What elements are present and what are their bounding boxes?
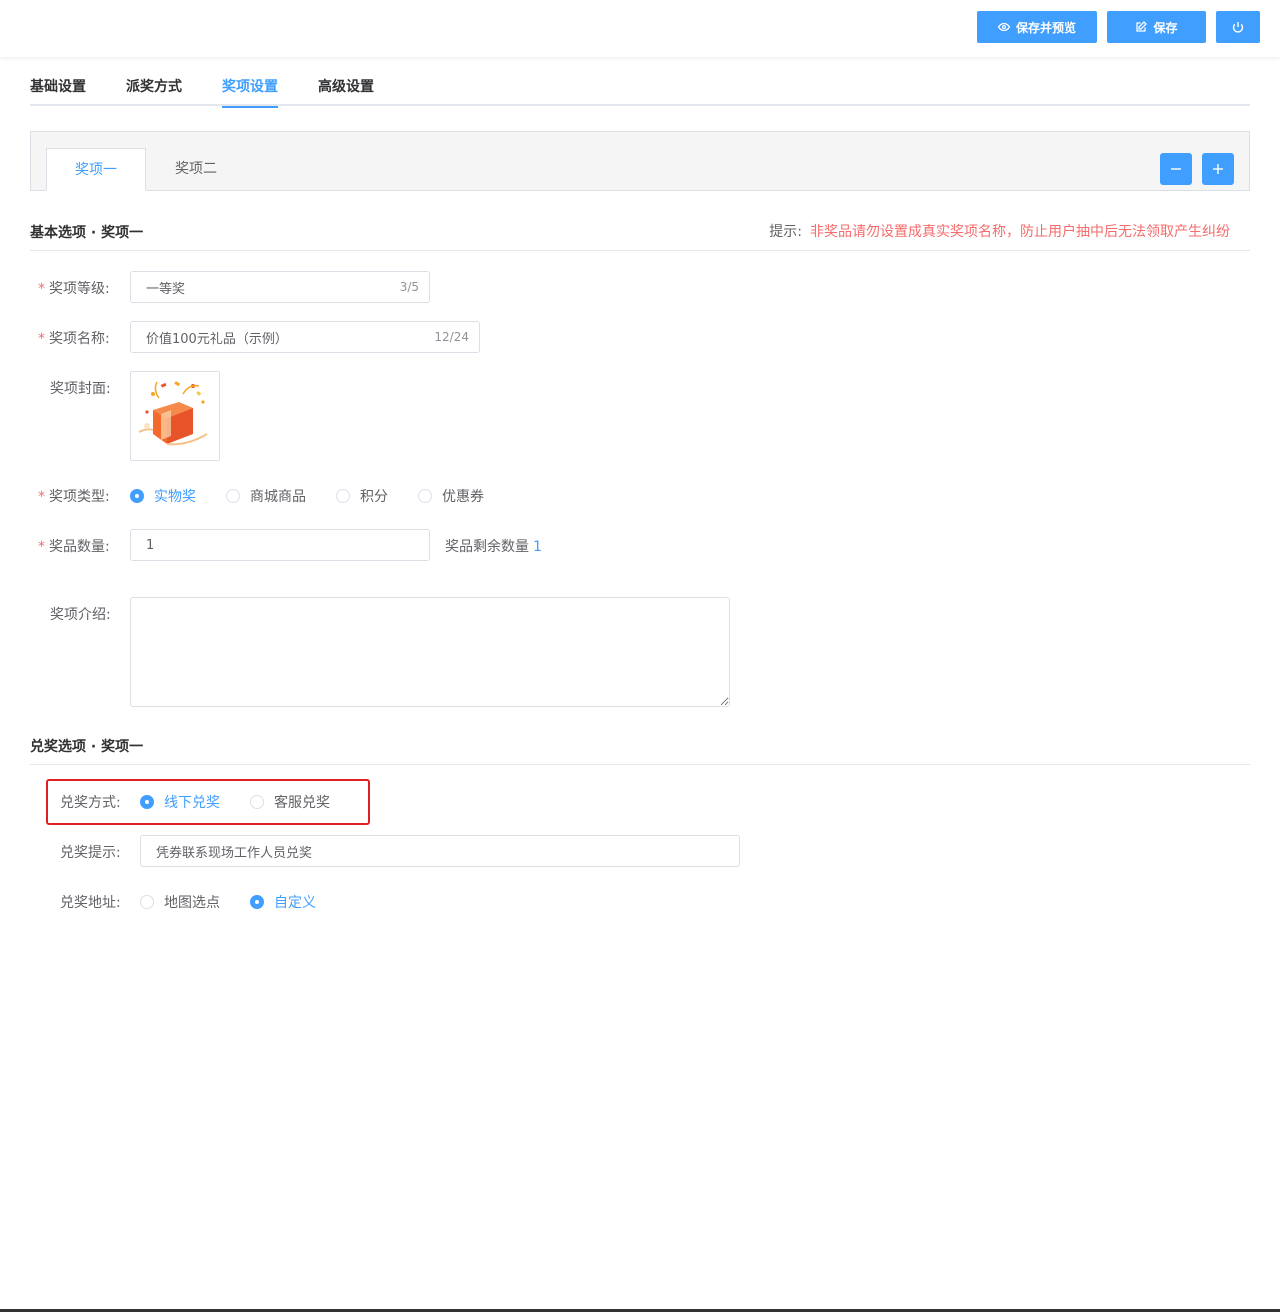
- tab-basic-settings[interactable]: 基础设置: [30, 66, 86, 106]
- redeem-option-offline[interactable]: 线下兑奖: [140, 792, 220, 812]
- tab-award-method[interactable]: 派奖方式: [126, 66, 182, 106]
- qty-label: 奖品数量:: [49, 539, 110, 555]
- redeem-option-label: 线下兑奖: [164, 795, 220, 811]
- plus-icon: [1213, 164, 1223, 174]
- qty-input[interactable]: [131, 530, 429, 560]
- type-option-label: 优惠券: [442, 489, 484, 505]
- required-mark: *: [38, 281, 45, 297]
- radio-dot: [336, 489, 350, 503]
- redeem-option-customer-service[interactable]: 客服兑奖: [250, 792, 330, 812]
- type-option-mall-goods[interactable]: 商城商品: [226, 486, 306, 506]
- top-toolbar: 保存并预览 保存: [0, 0, 1280, 57]
- address-option-custom[interactable]: 自定义: [250, 892, 316, 912]
- hint-label: 提示:: [769, 224, 802, 240]
- level-label: 奖项等级:: [49, 281, 110, 297]
- save-button[interactable]: 保存: [1107, 11, 1206, 43]
- main-tabs: 基础设置 派奖方式 奖项设置 高级设置: [30, 66, 1250, 108]
- name-label: 奖项名称:: [49, 331, 110, 347]
- prize-tab-1[interactable]: 奖项一: [46, 148, 146, 191]
- eye-icon: [997, 22, 1010, 32]
- prize-tab-2[interactable]: 奖项二: [146, 148, 246, 191]
- cover-label: 奖项封面:: [50, 381, 111, 397]
- prize-cover-upload[interactable]: [130, 371, 220, 461]
- minus-icon: [1171, 168, 1181, 170]
- required-mark: *: [38, 539, 45, 555]
- intro-label: 奖项介绍:: [50, 607, 111, 623]
- redeem-tip-input[interactable]: [141, 836, 739, 866]
- basic-options-header: 基本选项 · 奖项一 提示: 非奖品请勿设置成真实奖项名称，防止用户抽中后无法领取…: [30, 211, 1250, 251]
- qty-label-wrap: * 奖品数量:: [38, 536, 110, 556]
- required-mark: *: [38, 331, 45, 347]
- type-option-label: 实物奖: [154, 489, 196, 505]
- radio-dot: [226, 489, 240, 503]
- name-input[interactable]: [131, 322, 479, 352]
- basic-options-title: 基本选项 · 奖项一: [30, 225, 144, 241]
- redeem-tip-input-wrap: [140, 835, 740, 867]
- type-option-points[interactable]: 积分: [336, 486, 388, 506]
- level-label-wrap: * 奖项等级:: [38, 278, 110, 298]
- name-counter: 12/24: [434, 330, 469, 344]
- remain-value: 1: [533, 539, 542, 555]
- redeem-address-label: 兑奖地址:: [60, 895, 121, 911]
- radio-dot: [130, 489, 144, 503]
- level-input[interactable]: [131, 272, 429, 302]
- address-option-label: 自定义: [274, 895, 316, 911]
- type-option-coupon[interactable]: 优惠券: [418, 486, 484, 506]
- radio-dot: [418, 489, 432, 503]
- type-label: 奖项类型:: [49, 489, 110, 505]
- edit-icon: [1136, 21, 1148, 32]
- name-label-wrap: * 奖项名称:: [38, 328, 110, 348]
- redeem-tip-label: 兑奖提示:: [60, 845, 121, 861]
- address-option-map[interactable]: 地图选点: [140, 892, 220, 912]
- exit-button[interactable]: [1216, 11, 1260, 43]
- save-and-preview-button[interactable]: 保存并预览: [977, 11, 1097, 43]
- remain-label: 奖品剩余数量: [445, 539, 529, 555]
- required-mark: *: [38, 489, 45, 505]
- address-option-label: 地图选点: [164, 895, 220, 911]
- save-and-preview-label: 保存并预览: [1015, 20, 1076, 35]
- type-option-physical[interactable]: 实物奖: [130, 486, 196, 506]
- remaining-quantity: 奖品剩余数量 1: [445, 536, 542, 556]
- add-prize-button[interactable]: [1202, 153, 1234, 185]
- prize-tabs-bar: 奖项一 奖项二: [30, 131, 1250, 191]
- remove-prize-button[interactable]: [1160, 153, 1192, 185]
- level-counter: 3/5: [399, 280, 419, 294]
- save-label: 保存: [1153, 20, 1178, 35]
- hint-message: 提示: 非奖品请勿设置成真实奖项名称，防止用户抽中后无法领取产生纠纷: [769, 221, 1230, 241]
- type-option-label: 商城商品: [250, 489, 306, 505]
- radio-dot: [140, 795, 154, 809]
- tab-prize-settings[interactable]: 奖项设置: [222, 66, 278, 108]
- gift-box-icon: [138, 381, 208, 446]
- redeem-method-label: 兑奖方式:: [60, 795, 121, 811]
- radio-dot: [250, 895, 264, 909]
- redeem-options-title: 兑奖选项 · 奖项一: [30, 739, 144, 755]
- redeem-option-label: 客服兑奖: [274, 795, 330, 811]
- intro-textarea[interactable]: [130, 597, 730, 707]
- type-label-wrap: * 奖项类型:: [38, 486, 110, 506]
- radio-dot: [250, 795, 264, 809]
- name-input-wrap: 12/24: [130, 321, 480, 353]
- hint-text: 非奖品请勿设置成真实奖项名称，防止用户抽中后无法领取产生纠纷: [810, 224, 1230, 240]
- redeem-options-header: 兑奖选项 · 奖项一: [30, 725, 1250, 765]
- type-option-label: 积分: [360, 489, 388, 505]
- radio-dot: [140, 895, 154, 909]
- power-icon: [1232, 22, 1244, 33]
- level-input-wrap: 3/5: [130, 271, 430, 303]
- tab-advanced-settings[interactable]: 高级设置: [318, 66, 374, 106]
- qty-input-wrap: [130, 529, 430, 561]
